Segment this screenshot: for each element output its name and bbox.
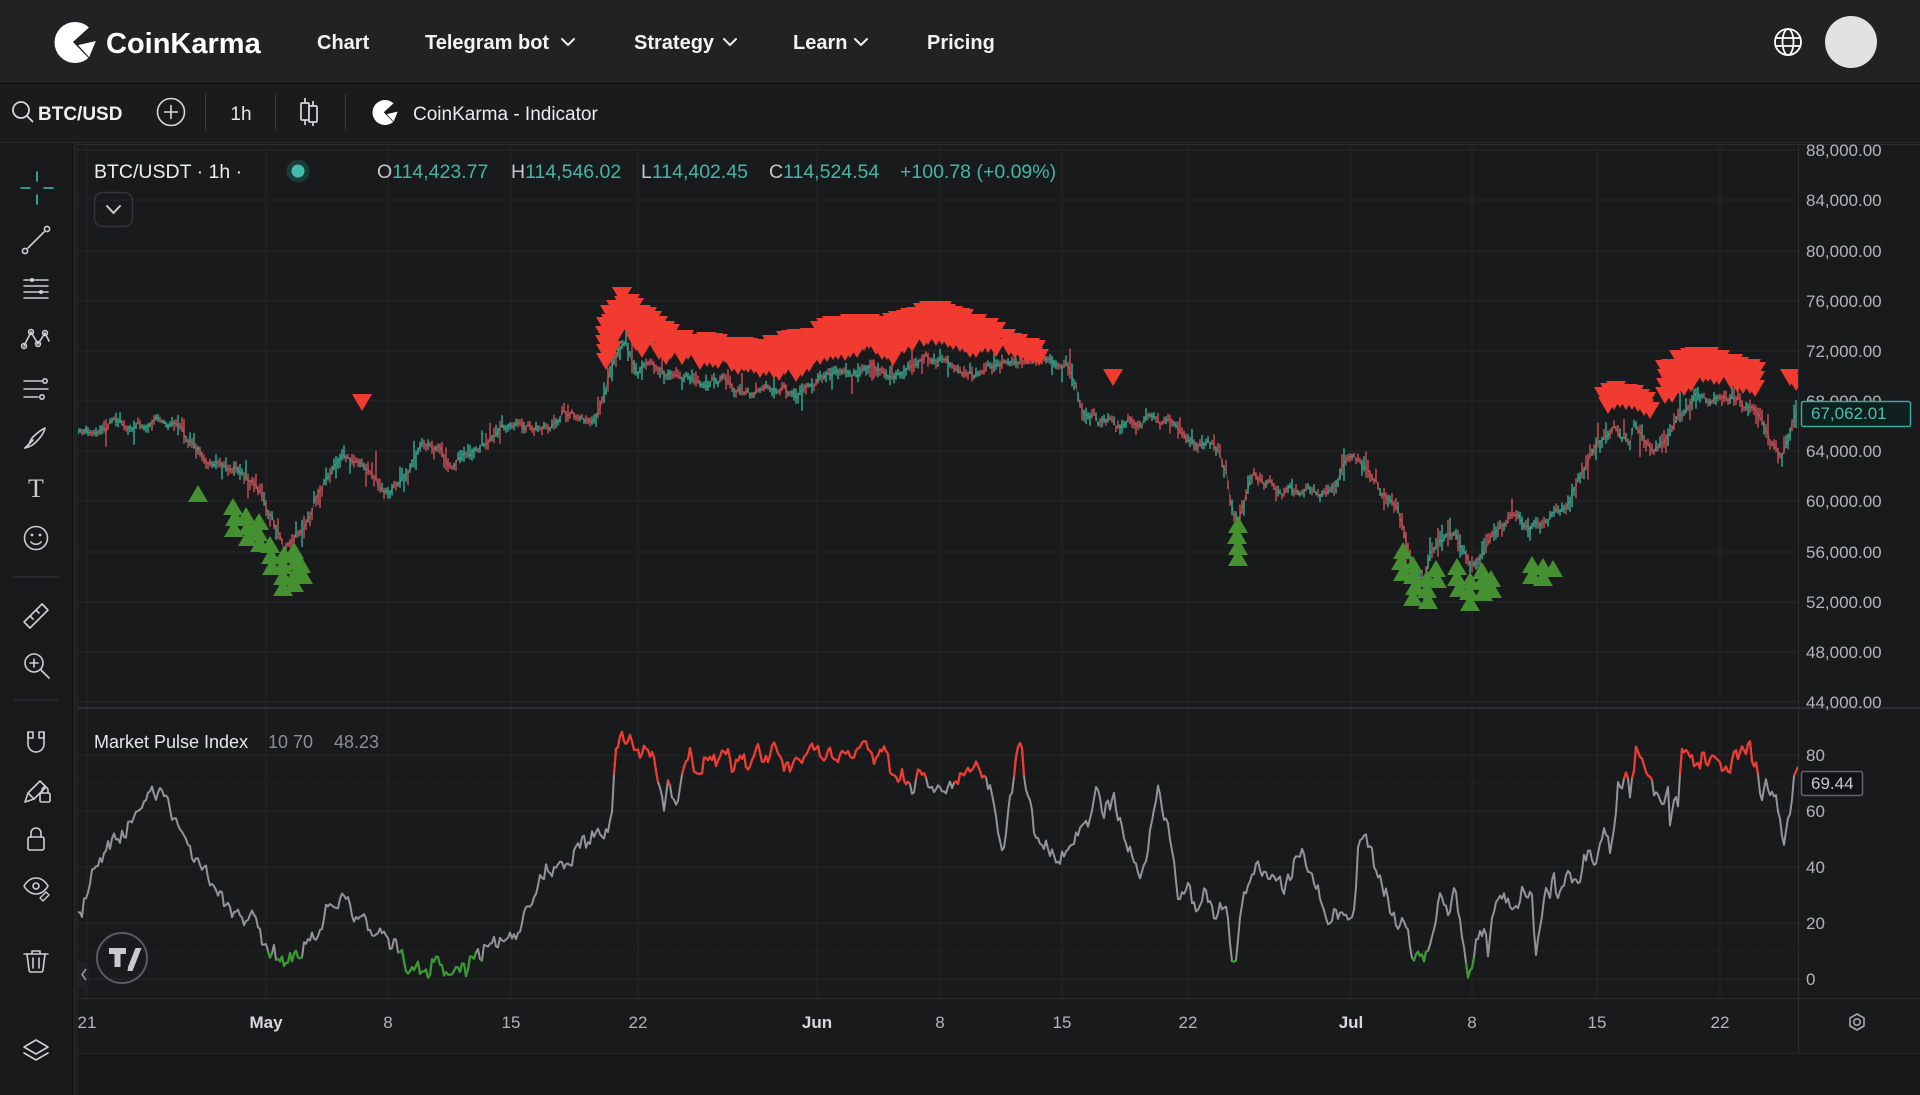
svg-text:0: 0 [1806,970,1815,989]
svg-text:BTC/USD: BTC/USD [38,104,122,125]
svg-text:O114,423.77: O114,423.77 [377,161,488,183]
svg-text:Learn: Learn [793,32,847,54]
svg-text:Chart: Chart [317,32,370,54]
svg-text:48,000.00: 48,000.00 [1806,643,1882,662]
svg-text:44,000.00: 44,000.00 [1806,693,1882,712]
svg-text:Jul: Jul [1339,1013,1364,1032]
svg-text:15: 15 [1053,1013,1072,1032]
svg-text:8: 8 [383,1013,392,1032]
svg-text:67,062.01: 67,062.01 [1811,404,1887,423]
svg-text:22: 22 [1711,1013,1730,1032]
svg-text:76,000.00: 76,000.00 [1806,292,1882,311]
svg-text:72,000.00: 72,000.00 [1806,342,1882,361]
svg-text:22: 22 [1179,1013,1198,1032]
svg-text:60,000.00: 60,000.00 [1806,492,1882,511]
svg-text:22: 22 [629,1013,648,1032]
svg-text:60: 60 [1806,802,1825,821]
svg-text:8: 8 [935,1013,944,1032]
svg-text:80,000.00: 80,000.00 [1806,242,1882,261]
svg-text:64,000.00: 64,000.00 [1806,442,1882,461]
svg-text:Strategy: Strategy [634,32,715,54]
svg-text:H114,546.02: H114,546.02 [511,161,621,183]
svg-text:Market Pulse Index: Market Pulse Index [94,732,248,752]
svg-text:May: May [249,1013,283,1032]
svg-text:Pricing: Pricing [927,32,995,54]
svg-text:20: 20 [1806,914,1825,933]
svg-text:CoinKarma - Indicator: CoinKarma - Indicator [413,104,598,125]
svg-text:Jun: Jun [802,1013,832,1032]
svg-text:48.23: 48.23 [334,732,379,752]
svg-text:69.44: 69.44 [1811,774,1854,793]
svg-text:84,000.00: 84,000.00 [1806,191,1882,210]
svg-text:15: 15 [1588,1013,1607,1032]
svg-text:40: 40 [1806,858,1825,877]
svg-text:56,000.00: 56,000.00 [1806,543,1882,562]
svg-text:1h: 1h [230,104,251,125]
svg-text:Telegram bot: Telegram bot [425,32,549,54]
svg-text:10 70: 10 70 [268,732,313,752]
svg-text:+100.78 (+0.09%): +100.78 (+0.09%) [900,161,1056,183]
svg-text:8: 8 [1467,1013,1476,1032]
svg-text:C114,524.54: C114,524.54 [769,161,879,183]
svg-text:T: T [28,474,44,503]
svg-text:15: 15 [502,1013,521,1032]
svg-text:BTC/USDT · 1h ·: BTC/USDT · 1h · [94,161,242,183]
svg-text:21: 21 [78,1013,97,1032]
svg-text:80: 80 [1806,746,1825,765]
svg-text:CoinKarma: CoinKarma [106,28,262,60]
svg-text:52,000.00: 52,000.00 [1806,593,1882,612]
svg-text:L114,402.45: L114,402.45 [641,161,748,183]
svg-text:88,000.00: 88,000.00 [1806,141,1882,160]
